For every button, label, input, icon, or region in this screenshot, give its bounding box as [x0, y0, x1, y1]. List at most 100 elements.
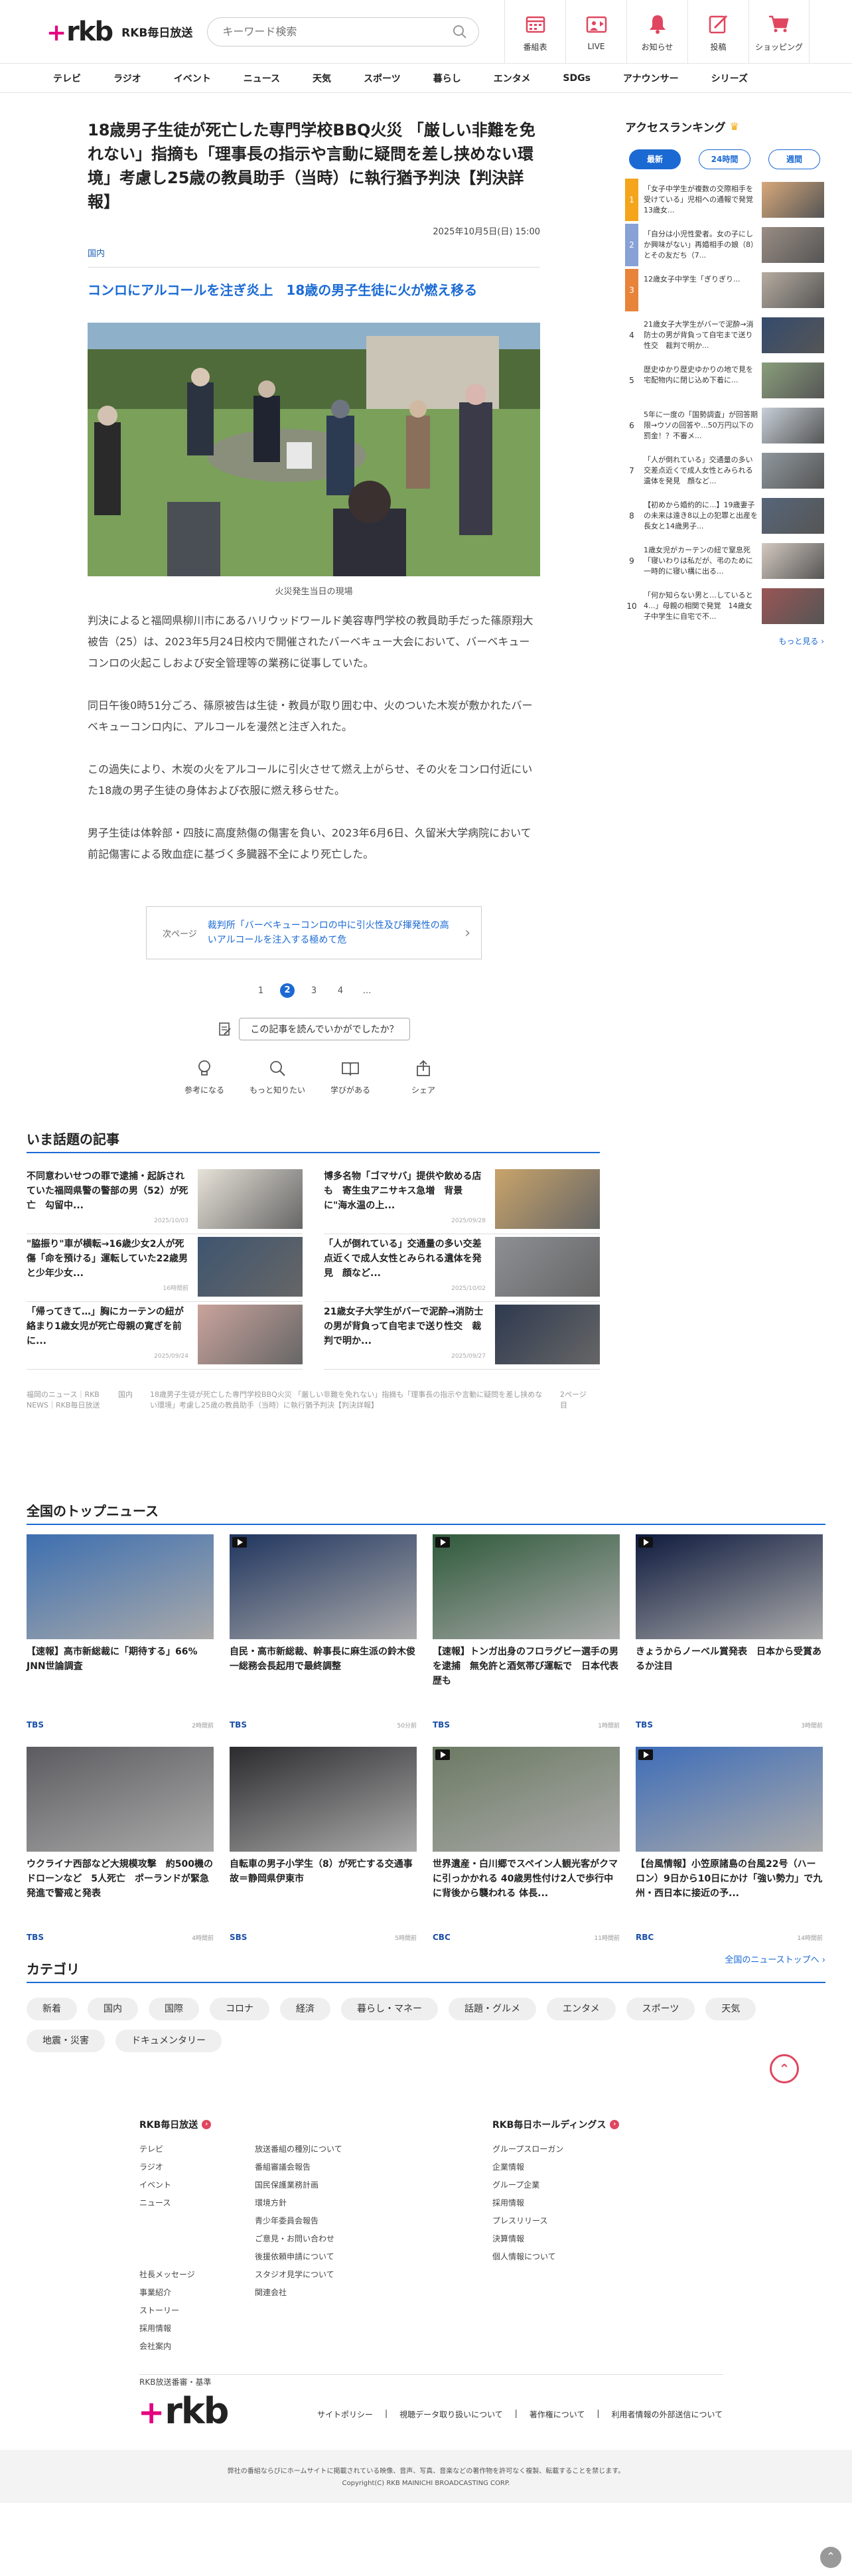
- category-chip[interactable]: エンタメ: [547, 1998, 616, 2020]
- footer-link[interactable]: 関連会社: [255, 2284, 342, 2302]
- footer-link[interactable]: テレビ: [139, 2140, 255, 2158]
- ranking-item[interactable]: 7 「人が倒れている」交通量の多い交差点近くで成人女性とみられる遺体を発見 顔など…: [625, 449, 824, 492]
- category-chip[interactable]: ドキュメンタリー: [115, 2030, 222, 2052]
- footer-link[interactable]: ラジオ: [139, 2158, 255, 2176]
- footer-link[interactable]: 国民保護業務計画: [255, 2176, 342, 2194]
- breadcrumb-item[interactable]: 国内: [118, 1390, 138, 1411]
- reaction-helpful[interactable]: 参考になる: [177, 1059, 232, 1095]
- category-chip[interactable]: 天気: [705, 1998, 756, 2020]
- reaction-want-more[interactable]: もっと知りたい: [249, 1059, 305, 1095]
- category-chip[interactable]: コロナ: [210, 1998, 269, 2020]
- footer-link[interactable]: 会社案内: [139, 2338, 255, 2356]
- category-chip[interactable]: 国際: [149, 1998, 199, 2020]
- category-chip[interactable]: 経済: [280, 1998, 330, 2020]
- nav-item[interactable]: ニュース: [244, 72, 280, 85]
- category-chip[interactable]: スポーツ: [626, 1998, 695, 2020]
- footer-link[interactable]: ストーリー: [139, 2302, 255, 2320]
- footer-bottom-link[interactable]: 利用者情報の外部送信について: [611, 2409, 723, 2420]
- category-chip[interactable]: 新着: [27, 1998, 77, 2020]
- site-logo[interactable]: +rkb RKB毎日放送: [46, 12, 192, 52]
- national-news-card[interactable]: 【台風情報】小笠原諸島の台風22号（ハーロン）9日から10日にかけ「強い勢力」で…: [636, 1747, 823, 1946]
- nav-item[interactable]: 暮らし: [433, 72, 461, 85]
- ranking-item[interactable]: 5 歴史ゆかり歴史ゆかりの地で見を宅配物内に閉じ込め下着に...: [625, 359, 824, 402]
- search-box[interactable]: [207, 17, 480, 46]
- ranking-item[interactable]: 9 1歳女児がカーテンの紐で窒息死「寝いわりは私だが、弔のために一時的に寝い構に出…: [625, 540, 824, 582]
- footer-link[interactable]: スタジオ見学について: [255, 2266, 342, 2284]
- hot-article-item[interactable]: 「帰ってきて…」胸にカーテンの紐が絡まり1歳女児が死亡母親の寛ぎを前に... 20…: [27, 1302, 303, 1370]
- nav-item[interactable]: SDGs: [563, 73, 591, 84]
- header-live[interactable]: LIVE: [565, 0, 626, 64]
- footer-link[interactable]: 個人情報について: [492, 2248, 718, 2266]
- nav-item[interactable]: イベント: [174, 72, 211, 85]
- footer-col-title[interactable]: RKB毎日ホールディングス ›: [492, 2118, 718, 2131]
- national-news-card[interactable]: きょうからノーベル賞発表 日本から受賞あるか注目 TBS 3時間前: [636, 1534, 823, 1733]
- header-shopping[interactable]: ショッピング: [748, 0, 810, 64]
- hot-article-item[interactable]: 博多名物「ゴマサバ」提供や飲める店も 寄生虫アニサキス急増 背景に"海水温の上.…: [324, 1167, 600, 1234]
- footer-link[interactable]: 企業情報: [492, 2158, 718, 2176]
- hot-article-item[interactable]: 「人が倒れている」交通量の多い交差点近くで成人女性とみられる遺体を発見 顔など.…: [324, 1234, 600, 1302]
- hot-article-item[interactable]: "脇振り"車が横転→16歳少女2人が死傷「命を預ける」運転していた22歳男と少年…: [27, 1234, 303, 1302]
- tab-latest[interactable]: 最新: [629, 149, 681, 169]
- nav-item[interactable]: スポーツ: [364, 72, 401, 85]
- ranking-item[interactable]: 10 「何か知らない男と…していると4...」母親の相関で発覚 14歳女子中学生に…: [625, 585, 824, 627]
- footer-col-title[interactable]: RKB毎日放送 ›: [139, 2118, 418, 2131]
- search-input[interactable]: [222, 25, 453, 38]
- back-to-top-button[interactable]: ⌃: [770, 2054, 799, 2083]
- breadcrumb-item[interactable]: 18歳男子生徒が死亡した専門学校BBQ火災 「厳しい非難を免れない」指摘も「理事…: [150, 1390, 548, 1411]
- nav-item[interactable]: テレビ: [53, 72, 81, 85]
- ranking-more-link[interactable]: もっと見る ›: [625, 635, 824, 647]
- ranking-item[interactable]: 2 「自分は小児性愛者。女の子にしか興味がない」再婚相手の娘（8）とその友だち（7…: [625, 224, 824, 266]
- ranking-item[interactable]: 1 「女子中学生が複数の交際相手を受けている」児相への通報で発覚 13歳女...: [625, 179, 824, 221]
- hot-article-item[interactable]: 不同意わいせつの罪で逮捕・起訴されていた福岡県警の警部の男（52）が死亡 勾留中…: [27, 1167, 303, 1234]
- footer-link[interactable]: グループスローガン: [492, 2140, 718, 2158]
- footer-link[interactable]: グループ企業: [492, 2176, 718, 2194]
- category-chip[interactable]: 暮らし・マネー: [341, 1998, 438, 2020]
- footer-link[interactable]: 番組審議会報告: [255, 2158, 342, 2176]
- nav-item[interactable]: エンタメ: [494, 72, 531, 85]
- footer-link[interactable]: 社長メッセージ: [139, 2266, 255, 2284]
- article-category[interactable]: 国内: [88, 246, 540, 259]
- header-tv-guide[interactable]: 番組表: [504, 0, 565, 64]
- footer-link[interactable]: 放送番組の種別について: [255, 2140, 342, 2158]
- ranking-item[interactable]: 6 5年に一度の「国勢調査」が回答期限→ウソの回答や...50万円以下の罰金！？不…: [625, 404, 824, 447]
- footer-link[interactable]: イベント: [139, 2176, 255, 2194]
- page-link[interactable]: 1: [248, 986, 274, 996]
- national-news-card[interactable]: 自転車の男子小学生（8）が死亡する交通事故＝静岡県伊東市 SBS 5時間前: [230, 1747, 417, 1946]
- scroll-top-button[interactable]: ⌃: [820, 2547, 841, 2568]
- category-chip[interactable]: 地震・災害: [27, 2030, 105, 2052]
- national-news-card[interactable]: 自民・高市新総裁、幹事長に麻生派の鈴木俊一総務会長起用で最終調整 TBS 50分前: [230, 1534, 417, 1733]
- reaction-share[interactable]: シェア: [395, 1059, 451, 1095]
- footer-link[interactable]: 事業紹介: [139, 2284, 255, 2302]
- footer-link[interactable]: 採用情報: [139, 2320, 255, 2338]
- tab-weekly[interactable]: 週間: [768, 149, 820, 169]
- footer-link[interactable]: 青少年委員会報告: [255, 2212, 342, 2230]
- ranking-item[interactable]: 8 【初めから婚約的に...】19歳妻子の未来は遠き8以上の犯罪と出産を 長女と1…: [625, 495, 824, 537]
- footer-link[interactable]: プレスリリース: [492, 2212, 718, 2230]
- ranking-item[interactable]: 3 12歳女子中学生「ぎりぎり...: [625, 269, 824, 311]
- nav-item[interactable]: ラジオ: [113, 72, 141, 85]
- national-news-card[interactable]: 世界遺産・白川郷でスペイン人観光客がクマに引っかかれる 40歳男性付け2人で歩行…: [433, 1747, 620, 1946]
- footer-link[interactable]: ご意見・お問い合わせ: [255, 2230, 342, 2248]
- category-chip[interactable]: 国内: [88, 1998, 138, 2020]
- footer-bottom-link[interactable]: 視聴データ取り扱いについて: [399, 2409, 503, 2420]
- search-icon[interactable]: [452, 24, 468, 40]
- national-news-card[interactable]: 【速報】高市新総裁に「期待する」66% JNN世論調査 TBS 2時間前: [27, 1534, 214, 1733]
- national-news-card[interactable]: 【速報】トンガ出身のフロラグビー選手の男を逮捕 無免許と酒気帯び運転で 日本代表…: [433, 1534, 620, 1733]
- footer-logo[interactable]: +rkb: [138, 2390, 229, 2432]
- breadcrumb-item[interactable]: 福岡のニュース｜RKB NEWS｜RKB毎日放送: [27, 1390, 106, 1411]
- page-link[interactable]: 4: [327, 986, 354, 996]
- footer-link[interactable]: 決算情報: [492, 2230, 718, 2248]
- header-notice[interactable]: お知らせ: [626, 0, 687, 64]
- footer-link[interactable]: ニュース: [139, 2194, 255, 2212]
- tab-24h[interactable]: 24時間: [699, 149, 750, 169]
- footer-bottom-link[interactable]: 著作権について: [530, 2409, 585, 2420]
- nav-item[interactable]: 天気: [313, 72, 331, 85]
- page-link[interactable]: 3: [301, 986, 327, 996]
- hot-article-item[interactable]: 21歳女子大学生がバーで泥酔→消防士の男が背負って自宅まで送り性交 裁判で明か.…: [324, 1302, 600, 1370]
- nav-item[interactable]: アナウンサー: [623, 72, 679, 85]
- category-chip[interactable]: 話題・グルメ: [449, 1998, 536, 2020]
- footer-link[interactable]: 後援依頼申請について: [255, 2248, 342, 2266]
- footer-link[interactable]: RKB放送番審・基準: [139, 2374, 255, 2391]
- footer-link[interactable]: 環境方針: [255, 2194, 342, 2212]
- next-page-link[interactable]: 次ページ 裁判所「バーベキューコンロの中に引火性及び揮発性の高いアルコールを注入…: [146, 906, 482, 959]
